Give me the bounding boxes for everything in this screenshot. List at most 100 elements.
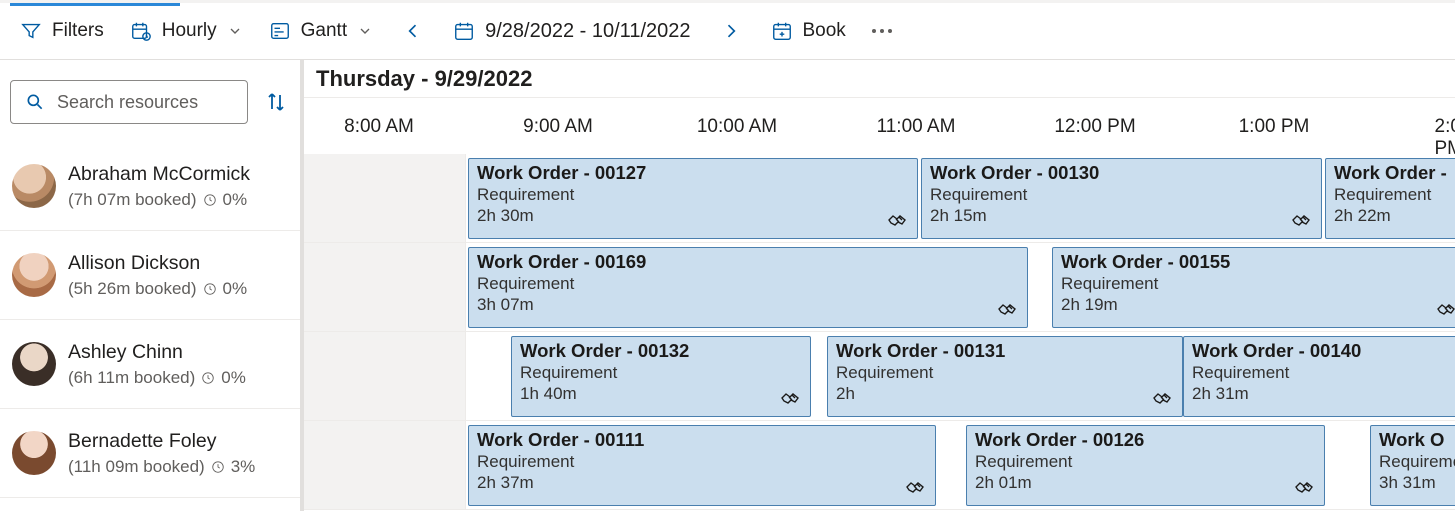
resource-row[interactable]: Abraham McCormick (7h 07m booked) 0%	[0, 142, 300, 231]
booking[interactable]: Work Order - 00127 Requirement 2h 30m	[468, 158, 918, 239]
handshake-icon	[1294, 475, 1318, 499]
resource-name: Bernadette Foley	[68, 430, 255, 453]
avatar	[12, 431, 56, 475]
avatar	[12, 164, 56, 208]
lanes: Work Order - 00127 Requirement 2h 30m Wo…	[304, 154, 1455, 510]
booking-title: Work Order - 00130	[930, 162, 1313, 184]
time-label: 1:00 PM	[1239, 116, 1310, 138]
search-input[interactable]: Search resources	[10, 80, 248, 124]
handshake-icon	[887, 208, 911, 232]
booking[interactable]: Work Order - 00132 Requirement 1h 40m	[511, 336, 811, 417]
booking-requirement: Requirement	[1192, 363, 1455, 383]
booking[interactable]: Work O Requirement 3h 31m	[1370, 425, 1455, 506]
booking-title: Work Order - 00140	[1192, 340, 1455, 362]
date-range-button[interactable]: 9/28/2022 - 10/11/2022	[453, 20, 690, 43]
resource-sub: (11h 09m booked) 3%	[68, 457, 255, 477]
lane-content: Work Order - 00127 Requirement 2h 30m Wo…	[304, 154, 1455, 242]
sort-button[interactable]	[262, 88, 290, 116]
booking[interactable]: Work Order - 00131 Requirement 2h	[827, 336, 1183, 417]
time-label: 12:00 PM	[1054, 116, 1135, 138]
booking-requirement: Requirement	[477, 274, 1019, 294]
day-header: Thursday - 9/29/2022	[304, 60, 1455, 98]
resource-name: Ashley Chinn	[68, 341, 246, 364]
resource-info: Bernadette Foley (11h 09m booked) 3%	[68, 430, 255, 477]
lane[interactable]: Work Order - 00132 Requirement 1h 40m Wo…	[304, 332, 1455, 421]
booking-duration: 3h 31m	[1379, 473, 1455, 493]
booking-requirement: Requirement	[1061, 274, 1455, 294]
handshake-icon	[780, 386, 804, 410]
booking[interactable]: Work Order - 00169 Requirement 3h 07m	[468, 247, 1028, 328]
next-range-button[interactable]	[717, 17, 745, 45]
more-button[interactable]	[872, 29, 892, 33]
booking-duration: 2h 19m	[1061, 295, 1455, 315]
time-label: 8:00 AM	[344, 116, 414, 138]
lane-content: Work Order - 00111 Requirement 2h 37m Wo…	[304, 421, 1455, 509]
booking-requirement: Requirement	[836, 363, 1174, 383]
resource-name: Allison Dickson	[68, 252, 247, 275]
resource-info: Abraham McCormick (7h 07m booked) 0%	[68, 163, 250, 210]
body: Search resources Abraham McCormick (7h 0…	[0, 60, 1455, 511]
calendar-plus-icon	[771, 20, 793, 42]
avatar	[12, 342, 56, 386]
booking-title: Work O	[1379, 429, 1455, 451]
booking[interactable]: Work Order - 00130 Requirement 2h 15m	[921, 158, 1322, 239]
gantt-button[interactable]: Gantt	[269, 20, 373, 42]
booking[interactable]: Work Order - 00126 Requirement 2h 01m	[966, 425, 1325, 506]
booking-requirement: Requirement	[477, 185, 909, 205]
booking[interactable]: Work Order - 00155 Requirement 2h 19m	[1052, 247, 1455, 328]
lane-content: Work Order - 00169 Requirement 3h 07m Wo…	[304, 243, 1455, 331]
booking[interactable]: Work Order - 00111 Requirement 2h 37m	[468, 425, 936, 506]
handshake-icon	[905, 475, 929, 499]
book-label: Book	[803, 20, 846, 42]
booking-duration: 2h 15m	[930, 206, 1313, 226]
booking-duration: 3h 07m	[477, 295, 1019, 315]
resource-row[interactable]: Bernadette Foley (11h 09m booked) 3%	[0, 409, 300, 498]
chevron-down-icon	[357, 23, 373, 39]
time-label: 11:00 AM	[877, 116, 956, 138]
avatar	[12, 253, 56, 297]
schedule-board[interactable]: Thursday - 9/29/2022 8:00 AM9:00 AM10:00…	[304, 60, 1455, 511]
resource-row[interactable]: Allison Dickson (5h 26m booked) 0%	[0, 231, 300, 320]
filters-button[interactable]: Filters	[20, 20, 104, 42]
booking-requirement: Requirement	[1379, 452, 1455, 472]
lane[interactable]: Work Order - 00169 Requirement 3h 07m Wo…	[304, 243, 1455, 332]
handshake-icon	[1436, 297, 1455, 321]
hourly-label: Hourly	[162, 20, 217, 42]
resource-sub: (5h 26m booked) 0%	[68, 279, 247, 299]
resource-info: Ashley Chinn (6h 11m booked) 0%	[68, 341, 246, 388]
resource-sub: (7h 07m booked) 0%	[68, 190, 250, 210]
filters-label: Filters	[52, 20, 104, 42]
booking-title: Work Order - 00132	[520, 340, 802, 362]
calendar-clock-icon	[130, 20, 152, 42]
booking-title: Work Order - 00155	[1061, 251, 1455, 273]
booking-requirement: Requirement	[975, 452, 1316, 472]
resource-sub: (6h 11m booked) 0%	[68, 368, 246, 388]
booking[interactable]: Work Order - 00140 Requirement 2h 31m	[1183, 336, 1455, 417]
booking-requirement: Requirement	[477, 452, 927, 472]
booking-duration: 2h	[836, 384, 1174, 404]
booking-requirement: Requirement	[930, 185, 1313, 205]
sidebar: Search resources Abraham McCormick (7h 0…	[0, 60, 304, 511]
book-button[interactable]: Book	[771, 20, 846, 42]
time-label: 9:00 AM	[523, 116, 593, 138]
booking-duration: 2h 31m	[1192, 384, 1455, 404]
resource-info: Allison Dickson (5h 26m booked) 0%	[68, 252, 247, 299]
lane-content: Work Order - 00132 Requirement 1h 40m Wo…	[304, 332, 1455, 420]
prev-range-button[interactable]	[399, 17, 427, 45]
hourly-button[interactable]: Hourly	[130, 20, 243, 42]
lane[interactable]: Work Order - 00111 Requirement 2h 37m Wo…	[304, 421, 1455, 510]
booking-title: Work Order - 00126	[975, 429, 1316, 451]
resource-list: Abraham McCormick (7h 07m booked) 0% All…	[0, 142, 300, 498]
booking-title: Work Order - 00131	[836, 340, 1174, 362]
booking-duration: 2h 30m	[477, 206, 909, 226]
lane[interactable]: Work Order - 00127 Requirement 2h 30m Wo…	[304, 154, 1455, 243]
resource-row[interactable]: Ashley Chinn (6h 11m booked) 0%	[0, 320, 300, 409]
search-row: Search resources	[0, 60, 300, 142]
app-root: Filters Hourly Gantt	[0, 0, 1455, 511]
handshake-icon	[997, 297, 1021, 321]
tab-indicator	[10, 3, 180, 6]
filter-icon	[20, 20, 42, 42]
booking-requirement: Requirement	[1334, 185, 1455, 205]
booking[interactable]: Work Order - Requirement 2h 22m	[1325, 158, 1455, 239]
booking-duration: 2h 01m	[975, 473, 1316, 493]
